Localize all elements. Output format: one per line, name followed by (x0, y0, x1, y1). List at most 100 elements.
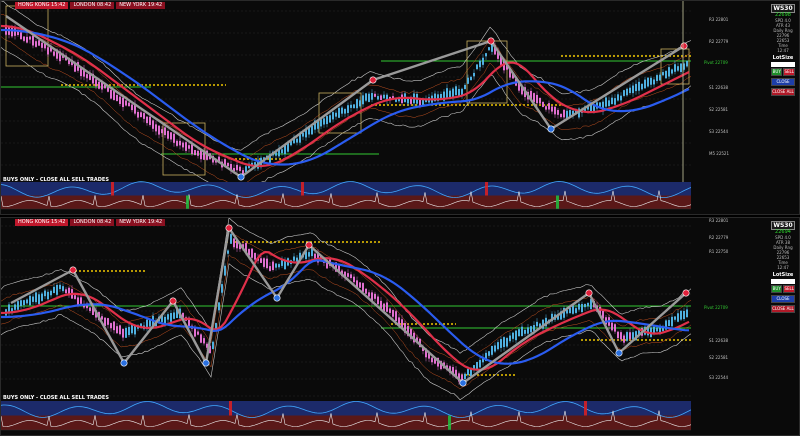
buy-spike (556, 195, 559, 209)
candle-body (128, 102, 130, 107)
candle-body (491, 345, 493, 355)
chart-pane-bottom[interactable]: HONG KONG 15:42 LONDON 08:42 NEW YORK 19… (0, 217, 800, 436)
buy-signal-icon (615, 349, 623, 357)
candle-body (668, 67, 670, 77)
candle-body (20, 32, 22, 40)
price-chart[interactable] (1, 218, 800, 436)
candle-body (536, 94, 538, 104)
candle-body (113, 321, 115, 331)
candle-body (32, 35, 34, 46)
candle-body (620, 332, 622, 340)
pivot-label: Pivot 22709 (704, 60, 728, 65)
sell-signal-icon (69, 266, 77, 274)
candle-body (98, 81, 100, 89)
candle-body (395, 311, 397, 322)
chart-pane-top[interactable]: HONG KONG 15:42 LONDON 08:42 NEW YORK 19… (0, 0, 800, 215)
buy-button[interactable]: BUY (771, 68, 783, 76)
sell-signal-icon (225, 224, 233, 232)
candle-body (506, 338, 508, 347)
candle-body (140, 112, 142, 118)
candle-body (647, 77, 649, 87)
candle-body (368, 292, 370, 297)
candle-body (623, 90, 625, 96)
candle-body (53, 286, 55, 294)
candle-body (632, 85, 634, 94)
lot-size-input[interactable] (771, 62, 795, 67)
sell-spike (584, 401, 587, 416)
sell-button[interactable]: SELL (783, 285, 795, 293)
candle-body (614, 324, 616, 332)
sell-signal-icon (169, 297, 177, 305)
buy-button[interactable]: BUY (771, 285, 783, 293)
candle-body (167, 314, 169, 320)
candle-body (467, 77, 469, 84)
level-label-s2: S2 22581 (709, 107, 729, 112)
candle-body (17, 301, 19, 310)
candle-body (638, 81, 640, 91)
close-all-button[interactable]: CLOSE ALL (771, 305, 795, 313)
candle-body (656, 75, 658, 81)
trade-panel: WS30 22698 SPD 4.0 ATR 43 Daily Rng 2279… (771, 4, 795, 96)
price-chart[interactable] (1, 1, 800, 215)
close-button[interactable]: CLOSE (771, 295, 795, 303)
candle-body (125, 100, 127, 106)
candle-body (671, 69, 673, 74)
candle-body (473, 72, 475, 77)
candle-body (128, 326, 130, 336)
candle-body (122, 328, 124, 338)
candle-body (455, 86, 457, 96)
candle-body (65, 289, 67, 294)
candle-body (50, 290, 52, 296)
candle-body (524, 329, 526, 334)
candle-body (377, 296, 379, 305)
level-label-m5: M5 22521 (709, 151, 729, 156)
candle-body (173, 133, 175, 143)
candle-body (374, 93, 376, 97)
trade-panel: WS30 22694 SPD 4.0 ATR 38 Daily Rng 2279… (771, 221, 795, 313)
sell-signal-icon (682, 289, 690, 297)
candle-body (284, 145, 286, 155)
sell-spike (111, 182, 114, 196)
candle-body (131, 104, 133, 111)
pivot-label: Pivot 22709 (704, 305, 728, 310)
candle-body (380, 95, 382, 101)
lot-size-input[interactable] (771, 279, 795, 284)
candle-body (149, 116, 151, 125)
candle-body (482, 57, 484, 65)
candle-body (509, 335, 511, 342)
candle-body (626, 88, 628, 96)
candle-body (272, 261, 274, 270)
envelope-lower (1, 47, 692, 198)
candle-body (35, 292, 37, 303)
candle-body (113, 91, 115, 100)
buy-spike (186, 195, 189, 209)
close-all-button[interactable]: CLOSE ALL (771, 88, 795, 96)
candle-body (680, 63, 682, 72)
buy-spike (448, 415, 451, 430)
candle-body (614, 98, 616, 105)
candle-body (41, 42, 43, 48)
candle-body (452, 88, 454, 98)
close-button[interactable]: CLOSE (771, 78, 795, 86)
level-label-r3: R3 22801 (709, 17, 729, 22)
candle-body (446, 88, 448, 99)
candle-body (227, 162, 229, 167)
candle-body (347, 273, 349, 277)
envelope-upper (1, 1, 692, 151)
sell-button[interactable]: SELL (783, 68, 795, 76)
candle-body (500, 339, 502, 348)
candle-body (155, 124, 157, 132)
candle-body (311, 126, 313, 135)
candle-body (548, 103, 550, 110)
candle-body (449, 90, 451, 98)
candle-body (182, 142, 184, 148)
candle-body (251, 248, 253, 258)
level-label-s3: S3 22544 (709, 375, 729, 380)
candle-body (608, 100, 610, 107)
candle-body (302, 132, 304, 137)
candle-body (611, 97, 613, 105)
candle-body (14, 304, 16, 310)
candle-body (347, 105, 349, 113)
candle-body (557, 110, 559, 115)
moving-average-fast (1, 24, 690, 168)
